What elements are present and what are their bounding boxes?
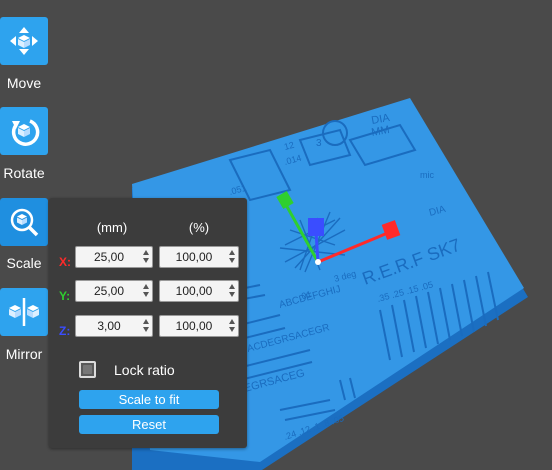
lock-ratio-label[interactable]: Lock ratio <box>114 362 175 378</box>
scale-panel: (mm) (%) X: Y: Z: <box>49 198 247 448</box>
y-percent-spinbox[interactable] <box>159 280 239 302</box>
x-percent-stepper[interactable] <box>229 250 236 264</box>
x-mm-spinbox[interactable] <box>75 246 153 268</box>
gizmo-axis-z[interactable] <box>314 231 320 263</box>
x-mm-stepper[interactable] <box>143 250 150 264</box>
gizmo-origin <box>315 259 321 265</box>
y-mm-input[interactable] <box>76 281 142 301</box>
gizmo-handle-z[interactable] <box>308 218 324 236</box>
z-percent-input[interactable] <box>160 316 228 336</box>
scale-button[interactable] <box>0 198 48 246</box>
y-percent-input[interactable] <box>160 281 228 301</box>
rotate-icon <box>11 119 40 146</box>
move-icon <box>10 27 38 55</box>
model-text-mic: mic <box>420 170 434 180</box>
rotate-button[interactable] <box>0 107 48 155</box>
move-label: Move <box>6 75 42 91</box>
x-axis-label: X: <box>59 255 71 269</box>
z-percent-spinbox[interactable] <box>159 315 239 337</box>
scale-icon <box>10 208 39 237</box>
y-percent-stepper[interactable] <box>229 284 236 298</box>
scale-to-fit-button[interactable]: Scale to fit <box>79 390 219 409</box>
percent-column-header: (%) <box>188 220 210 235</box>
move-button[interactable] <box>0 17 48 65</box>
mirror-label: Mirror <box>5 346 43 362</box>
scale-label: Scale <box>6 255 42 271</box>
mirror-button[interactable] <box>0 288 48 336</box>
y-mm-stepper[interactable] <box>143 284 150 298</box>
z-mm-input[interactable] <box>76 316 142 336</box>
z-mm-stepper[interactable] <box>143 319 150 333</box>
y-mm-spinbox[interactable] <box>75 280 153 302</box>
model-text-3: 3 <box>316 138 322 149</box>
rotate-label: Rotate <box>3 165 45 181</box>
y-axis-label: Y: <box>59 289 71 303</box>
z-mm-spinbox[interactable] <box>75 315 153 337</box>
reset-button[interactable]: Reset <box>79 415 219 434</box>
mirror-icon <box>9 298 39 326</box>
x-percent-spinbox[interactable] <box>159 246 239 268</box>
mm-column-header: (mm) <box>96 220 128 235</box>
x-percent-input[interactable] <box>160 247 228 267</box>
x-mm-input[interactable] <box>76 247 142 267</box>
z-axis-label: Z: <box>59 324 71 338</box>
lock-ratio-checkbox[interactable] <box>79 361 96 378</box>
z-percent-stepper[interactable] <box>229 319 236 333</box>
